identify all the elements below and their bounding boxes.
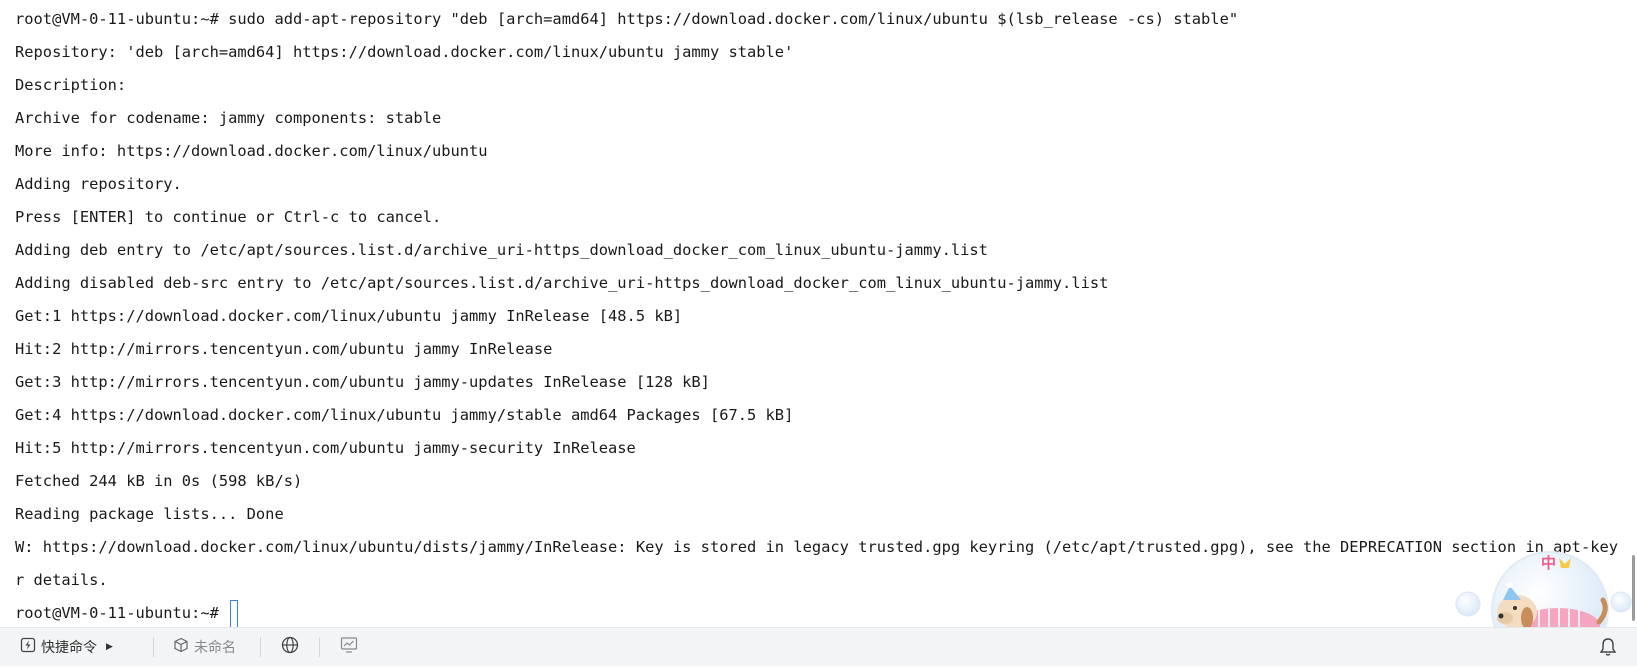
lightning-icon [20,637,36,657]
globe-icon [281,636,299,658]
mascot-badge: 中 [1541,554,1556,572]
terminal-line: Reading package lists... Done [15,505,284,523]
terminal-prompt: root@VM-0-11-ubuntu:~# [15,604,229,622]
quick-commands-button[interactable]: 快捷命令 ▶ [0,628,153,667]
terminal-line: Description: [15,76,127,94]
bottom-toolbar: 快捷命令 ▶ 未命名 [0,627,1637,666]
globe-button[interactable] [261,628,319,667]
terminal-line: r details. [15,571,108,589]
terminal-line: Get:1 https://download.docker.com/linux/… [15,307,683,325]
terminal-cursor[interactable] [230,599,239,627]
terminal-lines: root@VM-0-11-ubuntu:~# sudo add-apt-repo… [15,3,1620,627]
terminal-line: root@VM-0-11-ubuntu:~# sudo add-apt-repo… [15,10,1239,28]
untitled-label: 未命名 [194,640,236,656]
terminal-line: Adding deb entry to /etc/apt/sources.lis… [15,241,988,259]
terminal-line: Get:3 http://mirrors.tencentyun.com/ubun… [15,373,710,391]
cube-icon [173,637,189,657]
terminal-line: Hit:2 http://mirrors.tencentyun.com/ubun… [15,340,553,358]
terminal-line: Get:4 https://download.docker.com/linux/… [15,406,794,424]
monitor-button[interactable] [320,628,378,667]
terminal-line: W: https://download.docker.com/linux/ubu… [15,538,1620,556]
terminal-line: Archive for codename: jammy components: … [15,109,442,127]
untitled-session-button[interactable]: 未命名 [154,628,260,667]
terminal-line: Adding repository. [15,175,182,193]
quick-commands-label: 快捷命令 [41,640,97,656]
terminal-line: Press [ENTER] to continue or Ctrl-c to c… [15,208,442,226]
terminal-scrollbar[interactable] [1627,0,1637,627]
caret-right-icon: ▶ [106,642,113,652]
terminal-line: Repository: 'deb [arch=amd64] https://do… [15,43,794,61]
bell-icon[interactable] [1599,637,1617,661]
terminal-line: Hit:5 http://mirrors.tencentyun.com/ubun… [15,439,636,457]
terminal-prompt-line[interactable]: root@VM-0-11-ubuntu:~# [15,597,1620,627]
terminal-line: More info: https://download.docker.com/l… [15,142,488,160]
terminal-output[interactable]: root@VM-0-11-ubuntu:~# sudo add-apt-repo… [0,0,1637,627]
monitor-chart-icon [340,636,358,658]
terminal-line: Fetched 244 kB in 0s (598 kB/s) [15,472,303,490]
terminal-line: Adding disabled deb-src entry to /etc/ap… [15,274,1109,292]
